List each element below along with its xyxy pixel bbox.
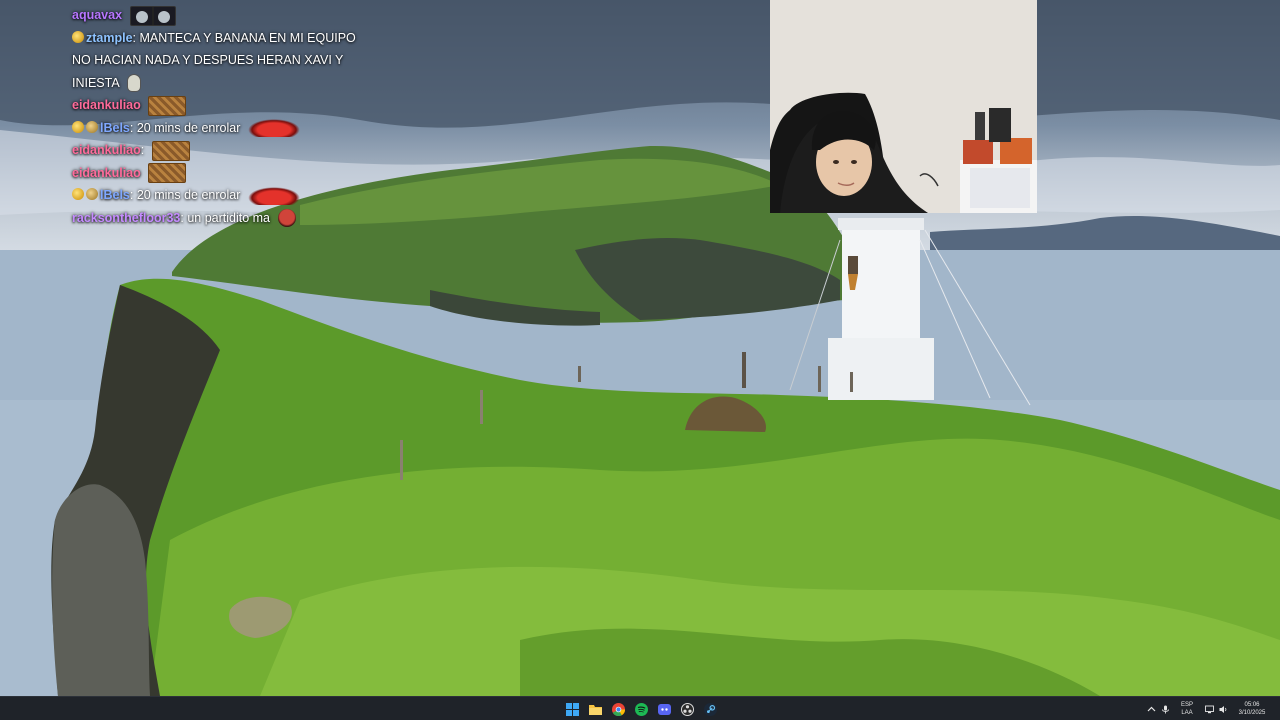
stream-chat-overlay: aquavax ztample: MANTECA Y BANANA EN MI …: [72, 4, 372, 229]
chat-username: aquavax: [72, 8, 123, 22]
tan-badge-icon: [86, 188, 98, 200]
volume-button[interactable]: [1216, 697, 1230, 720]
skull-emote: [126, 74, 141, 93]
gold-badge-icon: [72, 188, 84, 200]
face-emote: [277, 209, 296, 228]
chat-username: lBels: [100, 188, 130, 202]
bread-emote: [148, 163, 187, 184]
obs-button[interactable]: [678, 699, 697, 719]
pair-emote: [129, 5, 176, 26]
chevron-up-icon: [1147, 706, 1155, 711]
webcam-overlay: [770, 0, 1037, 213]
chat-message: aquavax: [72, 4, 372, 27]
chat-username: eidankuliao: [72, 98, 141, 112]
folder-icon: [589, 704, 602, 715]
chrome-button[interactable]: [609, 699, 628, 719]
start-button[interactable]: [563, 699, 582, 719]
system-tray: ESP LAA 05:06 3/10/2025: [1144, 697, 1280, 720]
clock-time: 05:06: [1244, 702, 1260, 708]
discord-button[interactable]: [655, 699, 674, 719]
chat-message: lBels: 20 mins de enrolar: [72, 117, 372, 140]
clock-button[interactable]: 05:06 3/10/2025: [1230, 701, 1274, 717]
show-hidden-icons-button[interactable]: [1144, 697, 1158, 720]
windows-taskbar: ESP LAA 05:06 3/10/2025: [0, 696, 1280, 720]
windows-icon: [566, 702, 579, 716]
spotify-button[interactable]: [632, 699, 651, 719]
car-emote: [247, 186, 300, 205]
car-emote: [247, 119, 300, 138]
chat-text: 20 mins de enrolar: [136, 120, 241, 135]
chat-message: eidankuliao: [72, 162, 372, 185]
clock-date: 3/10/2025: [1238, 710, 1266, 716]
network-button[interactable]: [1202, 697, 1216, 720]
chat-message: eidankuliao:: [72, 139, 372, 162]
chat-message: racksonthefloor33: un partidito ma: [72, 207, 372, 230]
chat-username: eidankuliao: [72, 143, 141, 157]
taskbar-pinned-apps: [563, 699, 720, 719]
spotify-icon: [635, 702, 648, 716]
tan-badge-icon: [86, 120, 98, 133]
chat-username: lBels: [100, 120, 130, 135]
chat-username: eidankuliao: [72, 165, 141, 180]
steam-button[interactable]: [701, 699, 720, 719]
discord-icon: [658, 703, 671, 715]
chat-message: eidankuliao: [72, 94, 372, 117]
speaker-icon: [1219, 705, 1226, 713]
chat-username: ztample: [86, 30, 133, 45]
language-secondary: LAA: [1181, 710, 1193, 716]
chat-text: un partidito ma: [187, 210, 271, 225]
bread-emote: [148, 95, 187, 116]
network-monitor-icon: [1204, 705, 1214, 713]
file-explorer-button[interactable]: [586, 699, 605, 719]
microphone-button[interactable]: [1158, 697, 1172, 720]
chrome-icon: [612, 702, 625, 716]
obs-icon: [681, 702, 694, 716]
chat-text: 20 mins de enrolar: [136, 188, 241, 202]
input-language-indicator[interactable]: ESP LAA: [1174, 701, 1200, 717]
chat-message: lBels: 20 mins de enrolar: [72, 184, 372, 207]
steam-icon: [704, 702, 717, 716]
bread-emote: [151, 140, 190, 161]
chat-message: ztample: MANTECA Y BANANA EN MI EQUIPO N…: [72, 27, 372, 95]
language-primary: ESP: [1180, 702, 1193, 708]
microphone-icon: [1161, 705, 1169, 713]
chat-username: racksonthefloor33: [72, 210, 181, 225]
gold-badge-icon: [72, 120, 84, 133]
subscriber-badge-icon: [72, 30, 84, 43]
